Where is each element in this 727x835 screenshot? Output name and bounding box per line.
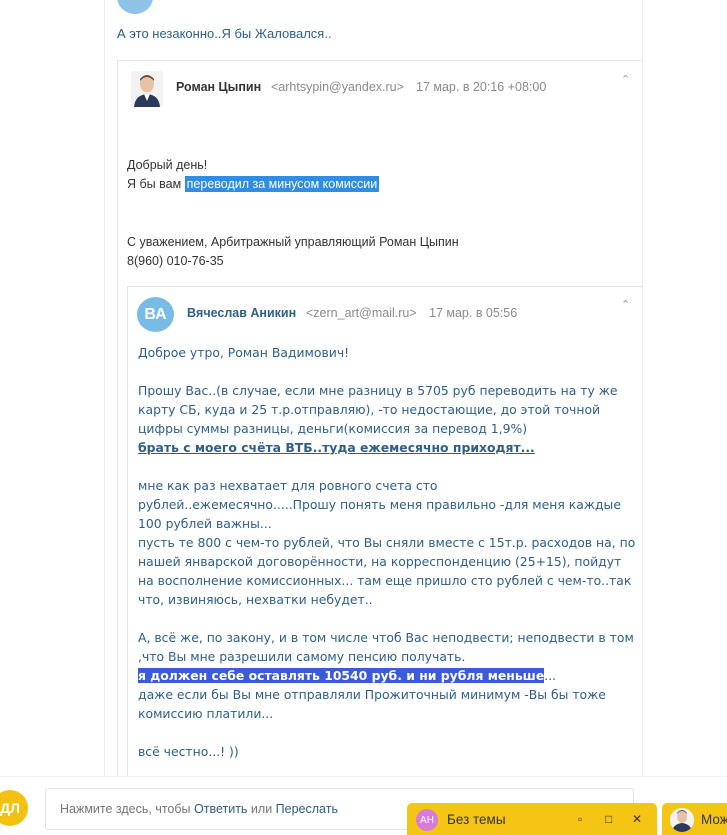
paragraph: я должен себе оставлять 10540 руб. и ни … bbox=[138, 666, 638, 685]
minimize-icon[interactable]: ▫ bbox=[578, 812, 582, 826]
message-body: Добрый день! Я бы вам переводил за минус… bbox=[127, 156, 607, 194]
maximize-icon[interactable]: □ bbox=[605, 812, 612, 826]
sender-name[interactable]: Вячеслав Аникин bbox=[187, 306, 296, 320]
tab-title[interactable]: Мож bbox=[701, 812, 727, 827]
body-text: Я бы вам bbox=[127, 177, 185, 191]
underlined-text: брать с моего счёта ВТБ..туда ежемесячно… bbox=[138, 440, 535, 455]
sender-email[interactable]: <arhtsypin@yandex.ru> bbox=[271, 80, 404, 94]
paragraph: А, всё же, по закону, и в том числе чтоб… bbox=[138, 630, 634, 664]
sender-name[interactable]: Роман Цыпин bbox=[176, 80, 261, 94]
paragraph: пусть те 800 с чем-то рублей, что Вы сня… bbox=[138, 535, 636, 607]
avatar[interactable] bbox=[131, 71, 163, 107]
message-body: Доброе утро, Роман Вадимович! Прошу Вас.… bbox=[138, 343, 638, 761]
reply-or: или bbox=[247, 802, 276, 816]
tab-avatar bbox=[670, 808, 694, 832]
paragraph: даже если бы Вы мне отправляли Прожиточн… bbox=[138, 687, 606, 721]
signature-phone: 8(960) 010-76-35 bbox=[127, 254, 224, 268]
body-text: ... bbox=[544, 668, 557, 683]
message-date: 17 мар. в 20:16 +08:00 bbox=[416, 80, 547, 94]
collapse-icon[interactable]: ⌃ bbox=[621, 300, 631, 311]
forward-link[interactable]: Переслать bbox=[276, 802, 338, 816]
close-icon[interactable]: ✕ bbox=[632, 812, 642, 826]
reply-prompt: Нажмите здесь, чтобы bbox=[60, 802, 195, 816]
draft-tab[interactable] bbox=[407, 803, 657, 835]
selected-text: переводил за минусом комиссии bbox=[184, 176, 380, 192]
paragraph: мне как раз нехватает для ровного счета … bbox=[138, 478, 621, 531]
selected-text: я должен себе оставлять 10540 руб. и ни … bbox=[138, 668, 545, 683]
greeting: Добрый день! bbox=[127, 158, 208, 172]
tab-avatar: АН bbox=[416, 809, 438, 831]
paragraph: всё честно...! )) bbox=[138, 744, 239, 759]
signature-name: С уважением, Арбитражный управляющий Ром… bbox=[127, 235, 459, 249]
body-line: Я бы вам переводил за минусом комиссии bbox=[127, 175, 607, 194]
collapse-icon[interactable]: ⌃ bbox=[621, 75, 631, 86]
reply-link[interactable]: Ответить bbox=[194, 802, 247, 816]
paragraph: Доброе утро, Роман Вадимович! bbox=[138, 345, 350, 360]
previous-message-text: А это незаконно..Я бы Жаловался.. bbox=[117, 26, 332, 41]
message-date: 17 мар. в 05:56 bbox=[429, 306, 518, 320]
avatar[interactable]: ВА bbox=[137, 297, 174, 332]
tab-title[interactable]: Без темы bbox=[447, 812, 506, 827]
paragraph: Прошу Вас..(в случае, если мне разницу в… bbox=[138, 383, 618, 436]
sender-email[interactable]: <zern_art@mail.ru> bbox=[306, 306, 417, 320]
signature: С уважением, Арбитражный управляющий Ром… bbox=[127, 233, 459, 271]
